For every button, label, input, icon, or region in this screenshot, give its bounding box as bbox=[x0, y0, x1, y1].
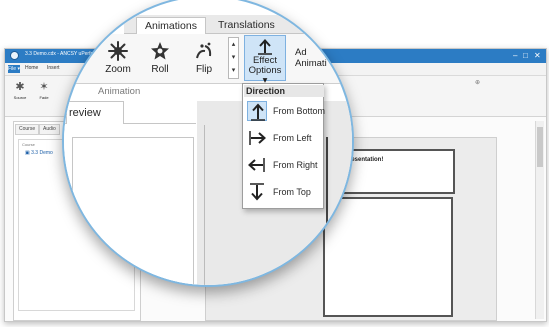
vertical-scrollbar[interactable] bbox=[535, 121, 544, 319]
slide-edge bbox=[326, 137, 328, 285]
gallery-down-icon[interactable]: ▾ bbox=[229, 51, 238, 64]
tab-translations[interactable]: Translations bbox=[210, 17, 283, 33]
tree-node[interactable]: ▣ 3.3 Demo bbox=[25, 150, 53, 156]
tree-node-label: 3.3 Demo bbox=[31, 150, 53, 156]
source-icon: ✱ bbox=[15, 81, 25, 93]
magnifier-lens: Animations Translations Zoom Roll Flip ▴… bbox=[62, 0, 354, 287]
direction-from-bottom[interactable]: From Bottom bbox=[244, 98, 326, 124]
minimize-button[interactable]: – bbox=[513, 51, 517, 60]
file-menu-button[interactable]: File ▾ bbox=[8, 65, 20, 73]
gallery-up-icon[interactable]: ▴ bbox=[229, 38, 238, 51]
add-animation-button[interactable]: Ad Animati bbox=[295, 47, 327, 69]
add-animation-label-2: Animati bbox=[295, 58, 327, 69]
source-label: Source bbox=[13, 95, 27, 100]
effect-arrow-up-icon bbox=[258, 39, 272, 55]
roll-label: Roll bbox=[151, 64, 169, 75]
tab-audio[interactable]: Audio bbox=[39, 124, 60, 135]
direction-from-right[interactable]: From Right bbox=[244, 152, 322, 178]
slide-subtitle: resentation! bbox=[349, 157, 384, 163]
flip-label: Flip bbox=[195, 64, 213, 75]
app-logo-icon bbox=[10, 51, 19, 60]
zoom-button[interactable]: Zoom bbox=[98, 37, 138, 81]
maximize-button[interactable]: □ bbox=[523, 51, 528, 60]
arrow-down-icon bbox=[247, 182, 267, 202]
direction-from-top[interactable]: From Top bbox=[244, 179, 322, 205]
fade-button[interactable]: ✶ Fade bbox=[33, 79, 55, 111]
source-button[interactable]: ✱ Source bbox=[9, 79, 31, 111]
zoom-icon bbox=[108, 41, 128, 61]
pane-divider[interactable] bbox=[204, 125, 205, 285]
course-tree-zoomed bbox=[72, 137, 194, 285]
zoom-label: Zoom bbox=[105, 64, 131, 75]
flip-icon bbox=[196, 42, 212, 59]
from-top-label: From Top bbox=[273, 187, 311, 197]
fade-label: Fade bbox=[39, 95, 49, 100]
tab-preview[interactable]: review bbox=[66, 101, 124, 124]
animation-group-label: Animation bbox=[98, 86, 141, 97]
arrow-right-icon bbox=[247, 128, 267, 148]
fade-icon: ✶ bbox=[39, 81, 49, 93]
tab-course[interactable]: Course bbox=[15, 124, 40, 135]
from-right-label: From Right bbox=[273, 160, 318, 170]
from-bottom-label: From Bottom bbox=[273, 106, 326, 116]
tree-caption: Course bbox=[22, 142, 35, 147]
scrollbar-thumb[interactable] bbox=[537, 127, 543, 167]
effect-options-button[interactable]: Effect Options ▾ bbox=[244, 35, 286, 86]
menu-insert[interactable]: Insert bbox=[47, 65, 60, 71]
gallery-more-icon[interactable]: ▾ bbox=[229, 64, 238, 77]
add-animation-label-1: Ad bbox=[295, 47, 307, 58]
from-left-label: From Left bbox=[273, 133, 312, 143]
direction-from-left[interactable]: From Left bbox=[244, 125, 322, 151]
close-button[interactable]: ✕ bbox=[534, 51, 541, 60]
arrow-up-icon bbox=[247, 101, 267, 121]
flip-button[interactable]: Flip bbox=[184, 37, 224, 81]
roll-icon bbox=[151, 42, 169, 60]
arrow-left-icon bbox=[247, 155, 267, 175]
roll-button[interactable]: Roll bbox=[140, 37, 180, 81]
gallery-scroller[interactable]: ▴ ▾ ▾ bbox=[228, 37, 239, 79]
tab-animations[interactable]: Animations bbox=[136, 17, 206, 34]
direction-header: Direction bbox=[244, 85, 324, 97]
menu-home[interactable]: Home bbox=[25, 65, 38, 71]
help-icon[interactable]: ⊕ bbox=[475, 79, 480, 86]
